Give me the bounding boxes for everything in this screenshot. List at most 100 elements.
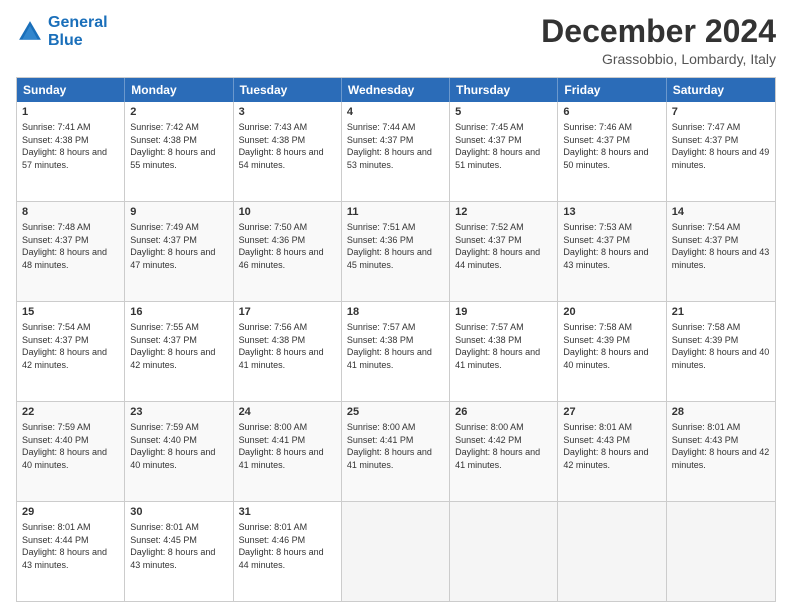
cell-info: Sunrise: 7:58 AMSunset: 4:39 PMDaylight:… (563, 321, 660, 371)
day-number: 12 (455, 205, 552, 220)
cal-cell: 3Sunrise: 7:43 AMSunset: 4:38 PMDaylight… (234, 102, 342, 201)
cal-cell: 24Sunrise: 8:00 AMSunset: 4:41 PMDayligh… (234, 402, 342, 501)
calendar-body: 1Sunrise: 7:41 AMSunset: 4:38 PMDaylight… (17, 102, 775, 601)
day-header-tuesday: Tuesday (234, 78, 342, 102)
cal-cell (342, 502, 450, 601)
cal-cell: 27Sunrise: 8:01 AMSunset: 4:43 PMDayligh… (558, 402, 666, 501)
day-number: 7 (672, 105, 770, 120)
day-number: 15 (22, 305, 119, 320)
cal-cell: 19Sunrise: 7:57 AMSunset: 4:38 PMDayligh… (450, 302, 558, 401)
day-number: 23 (130, 405, 227, 420)
cal-cell: 26Sunrise: 8:00 AMSunset: 4:42 PMDayligh… (450, 402, 558, 501)
cell-info: Sunrise: 7:44 AMSunset: 4:37 PMDaylight:… (347, 121, 444, 171)
cell-info: Sunrise: 7:41 AMSunset: 4:38 PMDaylight:… (22, 121, 119, 171)
cal-cell: 11Sunrise: 7:51 AMSunset: 4:36 PMDayligh… (342, 202, 450, 301)
day-number: 8 (22, 205, 119, 220)
cell-info: Sunrise: 7:55 AMSunset: 4:37 PMDaylight:… (130, 321, 227, 371)
logo-text: General Blue (48, 14, 108, 49)
cell-info: Sunrise: 7:57 AMSunset: 4:38 PMDaylight:… (347, 321, 444, 371)
cell-info: Sunrise: 7:45 AMSunset: 4:37 PMDaylight:… (455, 121, 552, 171)
day-number: 19 (455, 305, 552, 320)
week-row-3: 15Sunrise: 7:54 AMSunset: 4:37 PMDayligh… (17, 301, 775, 401)
day-number: 4 (347, 105, 444, 120)
cal-cell: 8Sunrise: 7:48 AMSunset: 4:37 PMDaylight… (17, 202, 125, 301)
day-number: 26 (455, 405, 552, 420)
cal-cell: 20Sunrise: 7:58 AMSunset: 4:39 PMDayligh… (558, 302, 666, 401)
day-number: 17 (239, 305, 336, 320)
logo-general: General (48, 14, 108, 31)
cal-cell: 17Sunrise: 7:56 AMSunset: 4:38 PMDayligh… (234, 302, 342, 401)
day-number: 20 (563, 305, 660, 320)
cell-info: Sunrise: 7:56 AMSunset: 4:38 PMDaylight:… (239, 321, 336, 371)
cell-info: Sunrise: 7:54 AMSunset: 4:37 PMDaylight:… (672, 221, 770, 271)
day-number: 31 (239, 505, 336, 520)
cell-info: Sunrise: 7:52 AMSunset: 4:37 PMDaylight:… (455, 221, 552, 271)
cal-cell: 21Sunrise: 7:58 AMSunset: 4:39 PMDayligh… (667, 302, 775, 401)
calendar-header: SundayMondayTuesdayWednesdayThursdayFrid… (17, 78, 775, 102)
cal-cell: 7Sunrise: 7:47 AMSunset: 4:37 PMDaylight… (667, 102, 775, 201)
cell-info: Sunrise: 8:01 AMSunset: 4:45 PMDaylight:… (130, 521, 227, 571)
cell-info: Sunrise: 8:01 AMSunset: 4:43 PMDaylight:… (672, 421, 770, 471)
cell-info: Sunrise: 7:42 AMSunset: 4:38 PMDaylight:… (130, 121, 227, 171)
cal-cell: 22Sunrise: 7:59 AMSunset: 4:40 PMDayligh… (17, 402, 125, 501)
day-number: 28 (672, 405, 770, 420)
day-header-wednesday: Wednesday (342, 78, 450, 102)
cell-info: Sunrise: 7:54 AMSunset: 4:37 PMDaylight:… (22, 321, 119, 371)
week-row-1: 1Sunrise: 7:41 AMSunset: 4:38 PMDaylight… (17, 102, 775, 201)
cal-cell: 14Sunrise: 7:54 AMSunset: 4:37 PMDayligh… (667, 202, 775, 301)
title-block: December 2024 Grassobbio, Lombardy, Ital… (541, 14, 776, 67)
cal-cell: 25Sunrise: 8:00 AMSunset: 4:41 PMDayligh… (342, 402, 450, 501)
cell-info: Sunrise: 8:01 AMSunset: 4:44 PMDaylight:… (22, 521, 119, 571)
day-number: 11 (347, 205, 444, 220)
day-number: 24 (239, 405, 336, 420)
day-number: 21 (672, 305, 770, 320)
cal-cell: 4Sunrise: 7:44 AMSunset: 4:37 PMDaylight… (342, 102, 450, 201)
cell-info: Sunrise: 8:01 AMSunset: 4:46 PMDaylight:… (239, 521, 336, 571)
cell-info: Sunrise: 8:01 AMSunset: 4:43 PMDaylight:… (563, 421, 660, 471)
cell-info: Sunrise: 7:59 AMSunset: 4:40 PMDaylight:… (130, 421, 227, 471)
day-number: 14 (672, 205, 770, 220)
logo-blue: Blue (48, 32, 83, 49)
week-row-2: 8Sunrise: 7:48 AMSunset: 4:37 PMDaylight… (17, 201, 775, 301)
page: General Blue December 2024 Grassobbio, L… (0, 0, 792, 612)
day-number: 18 (347, 305, 444, 320)
cell-info: Sunrise: 7:48 AMSunset: 4:37 PMDaylight:… (22, 221, 119, 271)
day-number: 9 (130, 205, 227, 220)
cell-info: Sunrise: 7:53 AMSunset: 4:37 PMDaylight:… (563, 221, 660, 271)
sub-title: Grassobbio, Lombardy, Italy (541, 51, 776, 67)
header: General Blue December 2024 Grassobbio, L… (16, 14, 776, 67)
day-number: 5 (455, 105, 552, 120)
cell-info: Sunrise: 7:47 AMSunset: 4:37 PMDaylight:… (672, 121, 770, 171)
cal-cell: 16Sunrise: 7:55 AMSunset: 4:37 PMDayligh… (125, 302, 233, 401)
cell-info: Sunrise: 7:57 AMSunset: 4:38 PMDaylight:… (455, 321, 552, 371)
cal-cell (667, 502, 775, 601)
cell-info: Sunrise: 8:00 AMSunset: 4:41 PMDaylight:… (239, 421, 336, 471)
cell-info: Sunrise: 7:51 AMSunset: 4:36 PMDaylight:… (347, 221, 444, 271)
cal-cell: 13Sunrise: 7:53 AMSunset: 4:37 PMDayligh… (558, 202, 666, 301)
week-row-5: 29Sunrise: 8:01 AMSunset: 4:44 PMDayligh… (17, 501, 775, 601)
cal-cell: 31Sunrise: 8:01 AMSunset: 4:46 PMDayligh… (234, 502, 342, 601)
cal-cell: 6Sunrise: 7:46 AMSunset: 4:37 PMDaylight… (558, 102, 666, 201)
day-number: 16 (130, 305, 227, 320)
day-number: 6 (563, 105, 660, 120)
cell-info: Sunrise: 7:43 AMSunset: 4:38 PMDaylight:… (239, 121, 336, 171)
cal-cell: 9Sunrise: 7:49 AMSunset: 4:37 PMDaylight… (125, 202, 233, 301)
day-header-saturday: Saturday (667, 78, 775, 102)
day-number: 22 (22, 405, 119, 420)
day-number: 1 (22, 105, 119, 120)
day-number: 10 (239, 205, 336, 220)
cal-cell: 12Sunrise: 7:52 AMSunset: 4:37 PMDayligh… (450, 202, 558, 301)
cal-cell: 15Sunrise: 7:54 AMSunset: 4:37 PMDayligh… (17, 302, 125, 401)
cell-info: Sunrise: 8:00 AMSunset: 4:42 PMDaylight:… (455, 421, 552, 471)
day-header-friday: Friday (558, 78, 666, 102)
logo: General Blue (16, 14, 108, 49)
day-number: 29 (22, 505, 119, 520)
day-header-monday: Monday (125, 78, 233, 102)
cal-cell: 29Sunrise: 8:01 AMSunset: 4:44 PMDayligh… (17, 502, 125, 601)
day-number: 30 (130, 505, 227, 520)
cal-cell: 18Sunrise: 7:57 AMSunset: 4:38 PMDayligh… (342, 302, 450, 401)
cell-info: Sunrise: 7:49 AMSunset: 4:37 PMDaylight:… (130, 221, 227, 271)
cell-info: Sunrise: 7:46 AMSunset: 4:37 PMDaylight:… (563, 121, 660, 171)
main-title: December 2024 (541, 14, 776, 49)
day-number: 25 (347, 405, 444, 420)
